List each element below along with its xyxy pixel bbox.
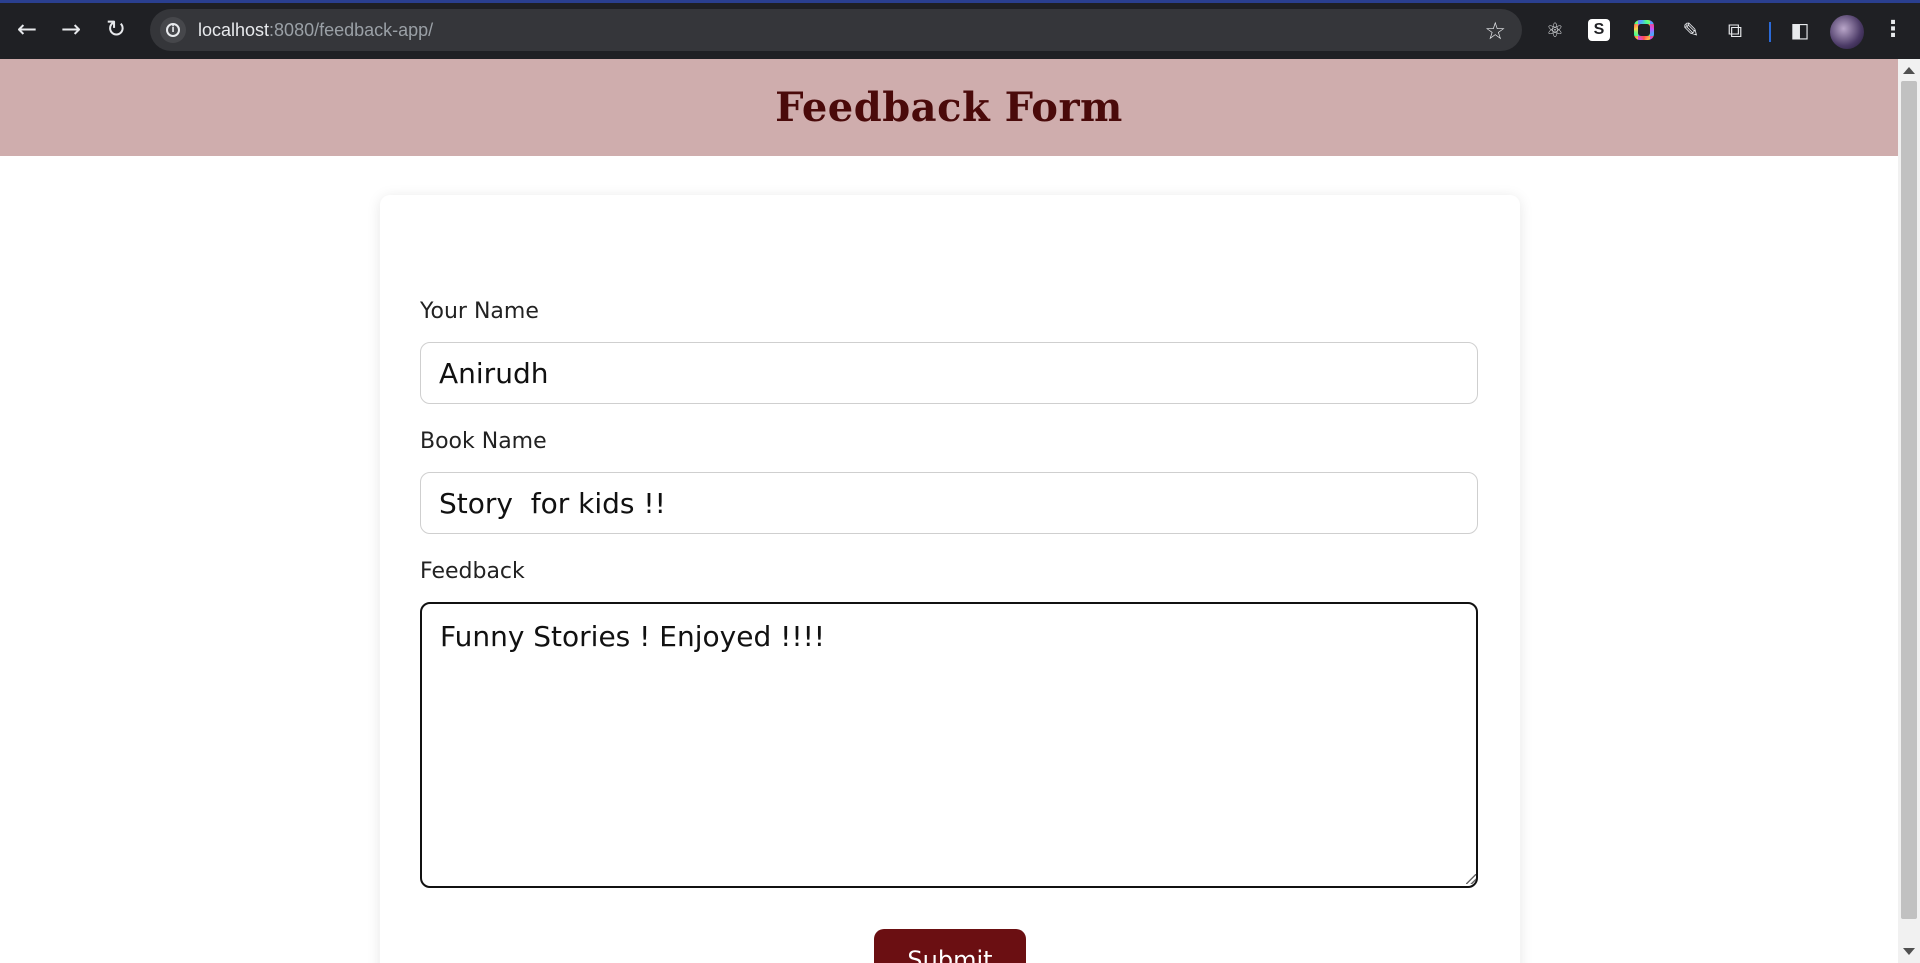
feedback-wrapper: Funny Stories ! Enjoyed !!!! xyxy=(380,602,1520,888)
eyedropper-icon[interactable]: ✎ xyxy=(1678,17,1704,43)
site-info-icon[interactable]: i xyxy=(160,17,186,43)
forward-button[interactable]: → xyxy=(53,11,89,47)
book-name-label: Book Name xyxy=(420,429,547,454)
feedback-form-card: Your Name Book Name Feedback Funny Stori… xyxy=(380,195,1520,963)
reload-icon: ↻ xyxy=(105,15,127,43)
react-devtools-icon[interactable]: ⚛ xyxy=(1542,17,1568,43)
back-arrow-icon: ← xyxy=(16,15,38,43)
avatar[interactable] xyxy=(1830,15,1864,49)
submit-button[interactable]: Submit xyxy=(874,929,1026,963)
back-button[interactable]: ← xyxy=(9,11,45,47)
address-bar[interactable]: i localhost:8080/feedback-app/ ☆ xyxy=(150,9,1522,51)
book-name-input[interactable] xyxy=(420,472,1478,534)
browser-toolbar: ← → ↻ i localhost:8080/feedback-app/ ☆ ⚛… xyxy=(0,0,1920,59)
name-input[interactable] xyxy=(420,342,1478,404)
name-label: Your Name xyxy=(420,299,539,324)
star-icon[interactable]: ☆ xyxy=(1484,17,1506,45)
page-header: Feedback Form xyxy=(0,59,1898,156)
scroll-up-arrow-icon[interactable] xyxy=(1903,67,1915,74)
forward-arrow-icon: → xyxy=(60,15,82,43)
scroll-down-arrow-icon[interactable] xyxy=(1903,948,1915,955)
color-ring-extension-icon[interactable] xyxy=(1634,20,1654,40)
feedback-label: Feedback xyxy=(420,559,525,584)
resize-handle[interactable] xyxy=(1466,874,1476,884)
scrollbar-thumb[interactable] xyxy=(1901,81,1917,919)
page-viewport: Feedback Form Your Name Book Name Feedba… xyxy=(0,59,1898,963)
kebab-menu-icon[interactable]: ⋮ xyxy=(1882,17,1904,42)
reload-button[interactable]: ↻ xyxy=(98,11,134,47)
s-extension-icon[interactable]: S xyxy=(1588,19,1610,41)
side-panel-icon[interactable]: ◧ xyxy=(1787,17,1813,43)
feedback-textarea[interactable]: Funny Stories ! Enjoyed !!!! xyxy=(420,602,1478,888)
vertical-scrollbar[interactable] xyxy=(1898,59,1920,963)
page-title: Feedback Form xyxy=(775,84,1123,131)
toolbar-separator xyxy=(1769,22,1771,42)
url-text[interactable]: localhost:8080/feedback-app/ xyxy=(198,20,433,41)
puzzle-extensions-icon[interactable]: ⧉ xyxy=(1722,17,1748,43)
